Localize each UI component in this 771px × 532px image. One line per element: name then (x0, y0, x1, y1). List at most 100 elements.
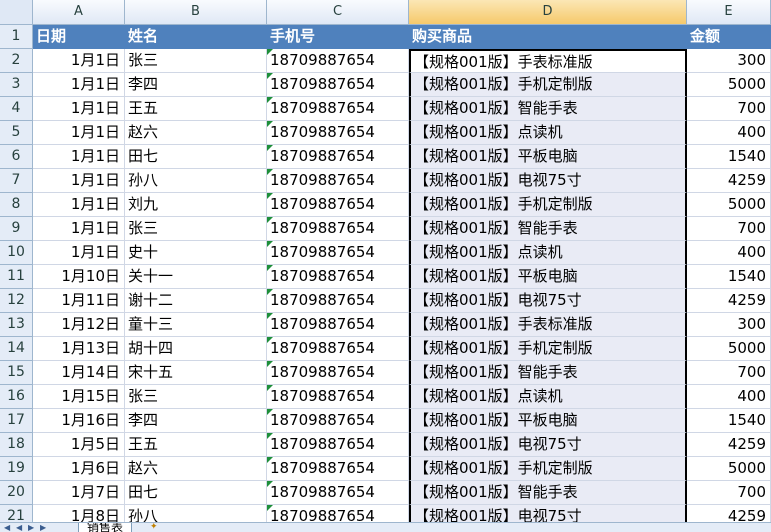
row-header[interactable]: 13 (0, 313, 33, 337)
header-cell-phone[interactable]: 手机号 (267, 25, 409, 49)
cell-phone[interactable]: 18709887654 (267, 505, 409, 522)
cell-phone[interactable]: 18709887654 (267, 409, 409, 433)
cell-product[interactable]: 【规格001版】点读机 (409, 241, 687, 265)
row-header[interactable]: 11 (0, 265, 33, 289)
cell-amount[interactable]: 5000 (687, 73, 771, 97)
cell-product[interactable]: 【规格001版】智能手表 (409, 97, 687, 121)
cell-product[interactable]: 【规格001版】手机定制版 (409, 337, 687, 361)
cell-name[interactable]: 孙八 (125, 169, 267, 193)
row-header[interactable]: 18 (0, 433, 33, 457)
cell-name[interactable]: 张三 (125, 385, 267, 409)
cell-amount[interactable]: 5000 (687, 457, 771, 481)
cell-date[interactable]: 1月6日 (33, 457, 125, 481)
cell-name[interactable]: 王五 (125, 97, 267, 121)
cell-amount[interactable]: 1540 (687, 265, 771, 289)
cell-product[interactable]: 【规格001版】点读机 (409, 121, 687, 145)
cell-name[interactable]: 赵六 (125, 121, 267, 145)
row-header[interactable]: 4 (0, 97, 33, 121)
cell-amount[interactable]: 400 (687, 241, 771, 265)
cell-phone[interactable]: 18709887654 (267, 73, 409, 97)
row-header[interactable]: 16 (0, 385, 33, 409)
cell-date[interactable]: 1月10日 (33, 265, 125, 289)
row-header[interactable]: 5 (0, 121, 33, 145)
cell-phone[interactable]: 18709887654 (267, 337, 409, 361)
row-header[interactable]: 2 (0, 49, 33, 73)
cell-date[interactable]: 1月1日 (33, 169, 125, 193)
cell-name[interactable]: 张三 (125, 49, 267, 73)
cell-amount[interactable]: 4259 (687, 169, 771, 193)
cell-date[interactable]: 1月1日 (33, 121, 125, 145)
cell-date[interactable]: 1月15日 (33, 385, 125, 409)
cell-amount[interactable]: 5000 (687, 337, 771, 361)
cell-name[interactable]: 孙八 (125, 505, 267, 522)
cell-product[interactable]: 【规格001版】电视75寸 (409, 433, 687, 457)
cell-amount[interactable]: 5000 (687, 193, 771, 217)
cell-name[interactable]: 王五 (125, 433, 267, 457)
cell-date[interactable]: 1月1日 (33, 241, 125, 265)
cell-amount[interactable]: 300 (687, 49, 771, 73)
cell-name[interactable]: 李四 (125, 73, 267, 97)
cell-date[interactable]: 1月1日 (33, 97, 125, 121)
row-header[interactable]: 14 (0, 337, 33, 361)
column-header-d[interactable]: D (409, 0, 687, 25)
cell-product[interactable]: 【规格001版】平板电脑 (409, 265, 687, 289)
header-cell-amount[interactable]: 金额 (687, 25, 771, 49)
cell-amount[interactable]: 300 (687, 313, 771, 337)
row-header[interactable]: 9 (0, 217, 33, 241)
cell-product[interactable]: 【规格001版】点读机 (409, 385, 687, 409)
row-header[interactable]: 20 (0, 481, 33, 505)
cell-amount[interactable]: 1540 (687, 409, 771, 433)
cell-name[interactable]: 赵六 (125, 457, 267, 481)
column-header-c[interactable]: C (267, 0, 409, 25)
cell-amount[interactable]: 700 (687, 361, 771, 385)
cell-product[interactable]: 【规格001版】平板电脑 (409, 145, 687, 169)
cell-date[interactable]: 1月13日 (33, 337, 125, 361)
cell-name[interactable]: 宋十五 (125, 361, 267, 385)
cell-phone[interactable]: 18709887654 (267, 145, 409, 169)
cell-date[interactable]: 1月1日 (33, 73, 125, 97)
cell-product[interactable]: 【规格001版】手机定制版 (409, 193, 687, 217)
cell-date[interactable]: 1月1日 (33, 193, 125, 217)
cell-name[interactable]: 田七 (125, 145, 267, 169)
cell-phone[interactable]: 18709887654 (267, 97, 409, 121)
column-header-b[interactable]: B (125, 0, 267, 25)
cell-product[interactable]: 【规格001版】手表标准版 (409, 313, 687, 337)
cell-amount[interactable]: 700 (687, 481, 771, 505)
cell-date[interactable]: 1月1日 (33, 217, 125, 241)
cell-date[interactable]: 1月1日 (33, 145, 125, 169)
cell-date[interactable]: 1月11日 (33, 289, 125, 313)
cell-amount[interactable]: 700 (687, 97, 771, 121)
cell-product[interactable]: 【规格001版】智能手表 (409, 361, 687, 385)
cell-name[interactable]: 谢十二 (125, 289, 267, 313)
row-header[interactable]: 10 (0, 241, 33, 265)
cell-product[interactable]: 【规格001版】电视75寸 (409, 169, 687, 193)
row-header[interactable]: 17 (0, 409, 33, 433)
header-cell-name[interactable]: 姓名 (125, 25, 267, 49)
cell-date[interactable]: 1月7日 (33, 481, 125, 505)
cell-amount[interactable]: 1540 (687, 145, 771, 169)
cell-date[interactable]: 1月1日 (33, 49, 125, 73)
cell-product[interactable]: 【规格001版】手机定制版 (409, 457, 687, 481)
cell-phone[interactable]: 18709887654 (267, 241, 409, 265)
cell-product[interactable]: 【规格001版】平板电脑 (409, 409, 687, 433)
cell-phone[interactable]: 18709887654 (267, 121, 409, 145)
row-header[interactable]: 1 (0, 25, 33, 49)
cell-name[interactable]: 刘九 (125, 193, 267, 217)
cell-amount[interactable]: 4259 (687, 433, 771, 457)
cell-amount[interactable]: 4259 (687, 289, 771, 313)
cell-phone[interactable]: 18709887654 (267, 217, 409, 241)
row-header[interactable]: 6 (0, 145, 33, 169)
cell-phone[interactable]: 18709887654 (267, 433, 409, 457)
column-header-a[interactable]: A (33, 0, 125, 25)
row-header[interactable]: 7 (0, 169, 33, 193)
cell-amount[interactable]: 400 (687, 385, 771, 409)
cell-product[interactable]: 【规格001版】电视75寸 (409, 505, 687, 522)
row-header[interactable]: 19 (0, 457, 33, 481)
cell-phone[interactable]: 18709887654 (267, 385, 409, 409)
cell-phone[interactable]: 18709887654 (267, 457, 409, 481)
cell-amount[interactable]: 700 (687, 217, 771, 241)
cell-product[interactable]: 【规格001版】智能手表 (409, 481, 687, 505)
cell-date[interactable]: 1月12日 (33, 313, 125, 337)
cell-product[interactable]: 【规格001版】电视75寸 (409, 289, 687, 313)
cell-phone[interactable]: 18709887654 (267, 265, 409, 289)
